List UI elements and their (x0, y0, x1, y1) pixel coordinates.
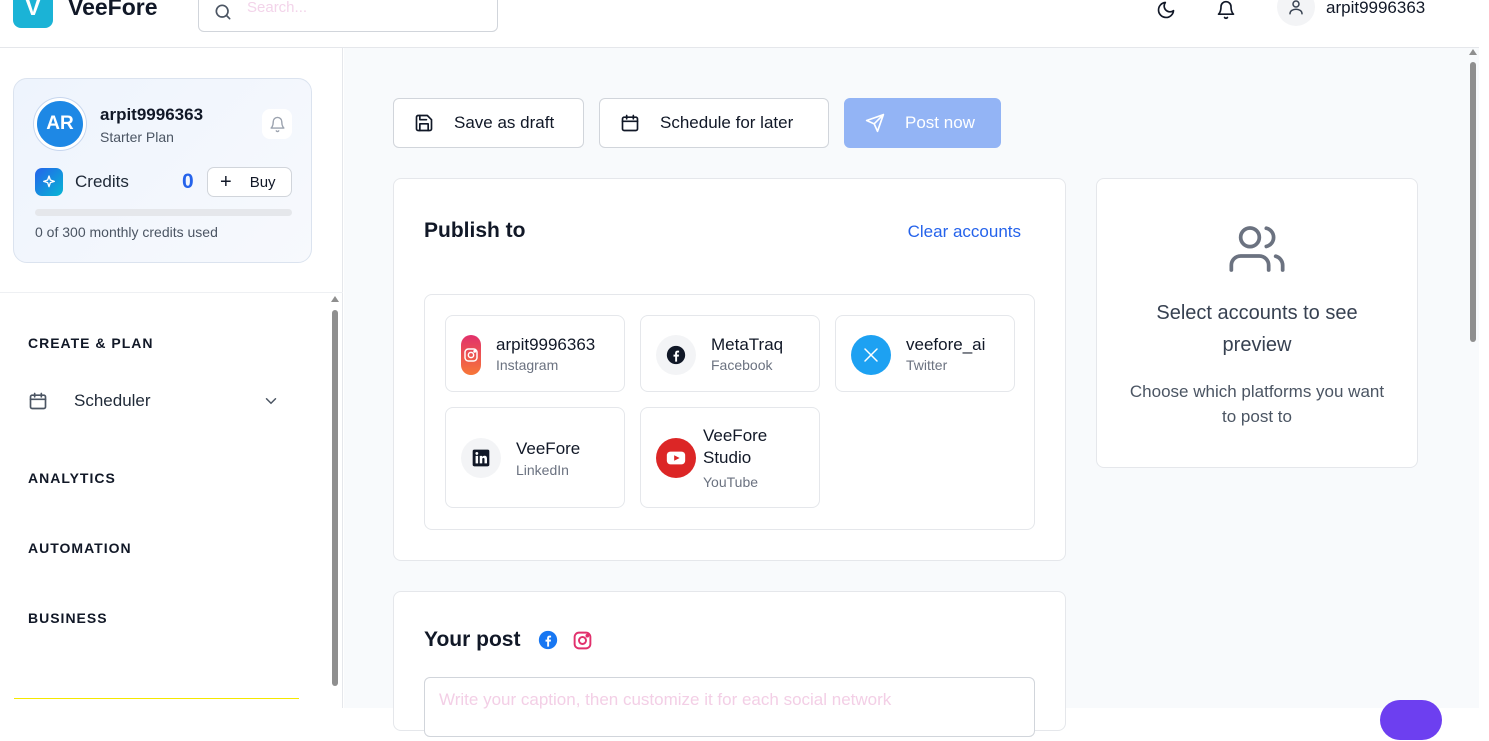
sidebar-scrollbar[interactable] (332, 310, 338, 686)
instagram-icon (461, 335, 481, 375)
main-content: Save as draft Schedule for later Post no… (344, 48, 1479, 737)
buy-label: Buy (249, 173, 276, 191)
sidebar-item-label: Scheduler (74, 391, 151, 410)
credits-count: 0 (182, 170, 194, 193)
moon-icon (1157, 1, 1175, 19)
post-now-label: Post now (905, 113, 975, 132)
account-name: MetaTraq (711, 335, 784, 354)
facebook-icon[interactable] (538, 630, 558, 650)
caption-input[interactable] (425, 678, 1034, 736)
user-icon (1289, 0, 1303, 15)
account-card-instagram[interactable]: arpit9996363 Instagram (445, 315, 625, 392)
account-name: veefore_ai (906, 335, 986, 354)
account-platform: Instagram (496, 357, 559, 373)
sidebar-section-business[interactable]: BUSINESS (28, 610, 108, 626)
sidebar: AR arpit9996363 Starter Plan Credits 0 +… (0, 48, 343, 708)
bell-icon (1217, 0, 1235, 20)
calendar-icon (621, 114, 639, 132)
profile-plan: Starter Plan (100, 129, 174, 145)
page-scrollbar[interactable] (1470, 62, 1476, 342)
sparkle-icon (35, 168, 63, 196)
calendar-icon (29, 392, 47, 410)
search-box[interactable] (198, 0, 498, 32)
credits-progress-bar (35, 209, 292, 216)
account-name: arpit9996363 (496, 335, 596, 354)
account-platform: Facebook (711, 357, 773, 373)
chevron-down-icon (265, 398, 277, 405)
app-name[interactable]: VeeFore (68, 0, 158, 21)
avatar[interactable]: AR (34, 98, 86, 150)
sidebar-divider (0, 292, 343, 293)
sidebar-scroll-up-arrow[interactable] (331, 296, 339, 302)
users-icon (1229, 226, 1285, 272)
profile-name: arpit9996363 (100, 105, 204, 124)
user-menu-avatar[interactable] (1277, 0, 1315, 26)
publish-title: Publish to (424, 219, 526, 242)
account-name: VeeFore Studio (703, 426, 768, 467)
post-now-button[interactable]: Post now (844, 98, 1001, 148)
profile-card: AR arpit9996363 Starter Plan Credits 0 +… (13, 78, 312, 263)
bell-icon (269, 116, 285, 132)
schedule-later-button[interactable]: Schedule for later (599, 98, 829, 148)
sidebar-section-analytics[interactable]: ANALYTICS (28, 470, 116, 486)
account-card-linkedin[interactable]: VeeFore LinkedIn (445, 407, 625, 508)
preview-subtitle: Choose which platforms you want to post … (1129, 382, 1385, 426)
accounts-list: arpit9996363 Instagram MetaTraq Facebook… (424, 294, 1035, 530)
credits-label: Credits (75, 172, 129, 191)
save-draft-label: Save as draft (454, 113, 555, 132)
facebook-icon (656, 335, 696, 375)
x-twitter-icon (851, 335, 891, 375)
plus-icon: + (220, 171, 232, 193)
save-draft-button[interactable]: Save as draft (393, 98, 584, 148)
account-name: VeeFore (516, 439, 581, 458)
your-post-card: Your post (393, 591, 1066, 737)
send-icon (865, 113, 885, 133)
publish-card: Publish to Clear accounts arpit9996363 I… (393, 178, 1066, 561)
top-bar: V VeeFore arpit9996363 (0, 0, 1479, 48)
sidebar-section-automation[interactable]: AUTOMATION (28, 540, 132, 556)
chat-launcher-button[interactable] (1380, 700, 1442, 740)
youtube-icon (656, 438, 696, 478)
profile-notifications-button[interactable] (262, 109, 292, 139)
linkedin-icon (461, 438, 501, 478)
preview-title: Select accounts to see preview (1156, 302, 1358, 356)
preview-card: Select accounts to see preview Choose wh… (1096, 178, 1418, 468)
sidebar-highlight-line (14, 698, 299, 699)
page-scrollbar-track (1479, 0, 1489, 708)
top-user-name[interactable]: arpit9996363 (1326, 0, 1425, 18)
search-icon (215, 4, 231, 20)
schedule-later-label: Schedule for later (660, 113, 794, 132)
instagram-icon[interactable] (572, 630, 593, 651)
account-card-twitter[interactable]: veefore_ai Twitter (835, 315, 1015, 392)
search-input[interactable] (247, 0, 477, 16)
sidebar-section-create-plan[interactable]: CREATE & PLAN (28, 335, 154, 351)
clear-accounts-link[interactable]: Clear accounts (908, 222, 1021, 242)
sidebar-item-scheduler[interactable]: Scheduler (28, 386, 288, 416)
post-title: Your post (424, 628, 521, 651)
save-icon (415, 114, 433, 132)
account-platform: YouTube (703, 474, 759, 490)
account-platform: Twitter (906, 357, 948, 373)
buy-credits-button[interactable]: + Buy (207, 167, 292, 197)
account-platform: LinkedIn (516, 462, 569, 478)
credits-usage-text: 0 of 300 monthly credits used (35, 224, 218, 240)
account-card-facebook[interactable]: MetaTraq Facebook (640, 315, 820, 392)
page-scroll-up-arrow[interactable] (1469, 49, 1477, 55)
account-card-youtube[interactable]: VeeFore Studio YouTube (640, 407, 820, 508)
logo-badge[interactable]: V (13, 0, 53, 28)
caption-field[interactable] (424, 677, 1035, 737)
notifications-button[interactable] (1215, 0, 1237, 20)
theme-toggle-button[interactable] (1155, 0, 1177, 20)
